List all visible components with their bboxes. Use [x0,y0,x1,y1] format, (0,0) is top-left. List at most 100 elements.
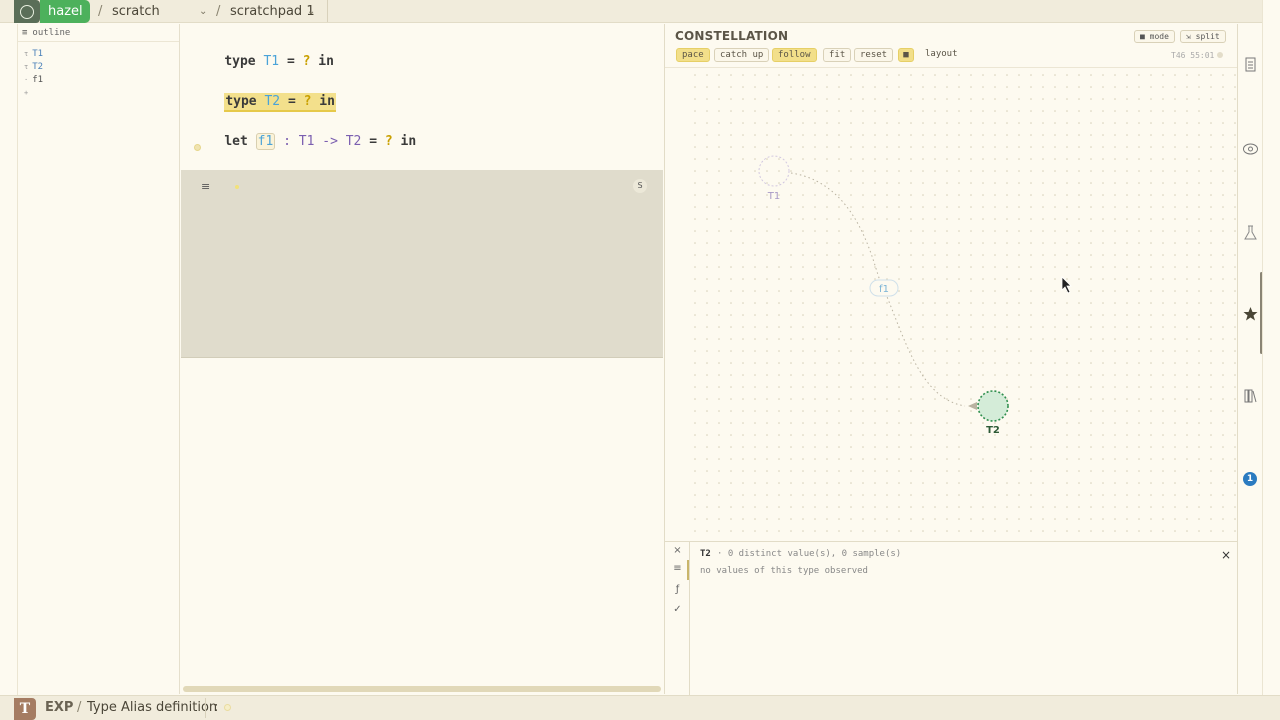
chevron-down-icon[interactable]: ⌄ [199,0,207,23]
outline-item-f1[interactable]: · f1 [18,74,179,87]
hazel-logo-icon[interactable] [14,0,40,23]
constellation-panel: CONSTELLATION ■ mode ⇲ split pace catch … [664,24,1238,695]
close-icon[interactable]: × [665,545,690,556]
outline-title: outline [32,28,71,38]
active-tab-indicator [687,560,689,580]
outline-sidebar: ≡ outline τ T1 τ T2 · f1 + [18,24,180,694]
inspected-type-stats: · 0 distinct value(s), 0 sample(s) [717,549,902,559]
project-breadcrumb[interactable]: scratch [112,0,160,23]
function-icon[interactable]: ƒ [665,584,690,595]
equals: = [369,134,378,149]
close-button[interactable]: × [1221,548,1231,562]
type-kind-icon: τ [24,50,29,58]
node-t2[interactable] [977,390,1009,422]
colon: : [283,134,291,149]
type-hole-dot [224,704,231,711]
empty-message: no values of this type observed [700,566,868,576]
flask-icon[interactable] [1238,225,1263,241]
code-editor[interactable]: type T1 = ? in type T2 = ? in let f1 : T… [181,24,663,170]
constellation-graph[interactable]: T1 f1 T2 [665,69,1238,541]
type-ref[interactable]: T1 [299,134,315,149]
app-name-tab[interactable]: hazel [40,0,90,23]
left-edge-strip [0,24,18,695]
function-name[interactable]: f1 [255,133,276,150]
pace-button[interactable]: pace [676,48,710,62]
inspected-type-name: T2 [700,549,711,559]
layout-button[interactable]: layout [920,48,963,62]
right-rail: 1 [1237,24,1263,694]
keyword: let [224,134,248,149]
page-breadcrumb[interactable]: scratchpad 1 [230,0,315,23]
keyword: in [319,94,335,109]
keyword: in [318,54,334,69]
empty-body-hole[interactable] [194,144,201,151]
split-button[interactable]: ⇲ split [1180,30,1226,43]
type-hole[interactable]: ? [304,94,312,109]
inspector-panel: × ≡ ƒ ✓ T2 · 0 distinct value(s), 0 samp… [665,541,1238,695]
outline-item-label: T2 [32,62,44,72]
notification-badge[interactable]: 1 [1243,472,1257,486]
type-colon: : [214,700,219,715]
arrow: -> [322,134,338,149]
library-icon[interactable] [1238,388,1263,404]
outline-item-label: f1 [32,75,44,85]
outline-item-t1[interactable]: τ T1 [18,48,179,61]
outline-header[interactable]: ≡ outline [18,24,179,42]
value-kind-icon: · [24,76,29,84]
code-line-3[interactable]: let f1 : T1 -> T2 = ? in [193,119,416,164]
right-edge-strip [1262,0,1280,720]
outline-list: τ T1 τ T2 · f1 + [18,42,179,100]
breadcrumb-separator: / [216,4,221,19]
mode-button[interactable]: ■ mode [1134,30,1175,43]
keyword: type [224,54,256,69]
outline-item-label: T1 [32,49,44,59]
result-hole-dot [235,185,239,189]
expression-hole[interactable]: ? [385,134,393,149]
breadcrumb-separator: / [98,4,103,19]
node-t1-label: T1 [767,191,780,202]
catch-up-button[interactable]: catch up [714,48,770,62]
type-kind-icon: τ [24,63,29,71]
outline-item-t2[interactable]: τ T2 [18,61,179,74]
plus-icon[interactable]: + [24,89,28,97]
code-line-1[interactable]: type T1 = ? in [193,39,334,84]
top-bar: hazel / scratch ⌄ / scratchpad 1 ⌄ [0,0,1280,23]
inspector-rail: × ≡ ƒ ✓ [665,542,690,695]
selected-definition[interactable]: type T2 = ? in [224,93,336,112]
keyword: in [400,134,417,149]
breadcrumb-divider [327,0,328,22]
document-icon[interactable] [1238,57,1263,73]
node-t2-label: T2 [986,425,1000,436]
node-f1-label: f1 [879,284,889,295]
type-hole[interactable]: ? [303,54,311,69]
equals: = [286,54,295,69]
chevron-down-icon[interactable]: ⌄ [307,0,315,23]
square-toggle-button[interactable]: ■ [898,48,914,62]
outline-add-item[interactable]: + [18,87,179,100]
eye-icon[interactable] [1238,141,1263,157]
type-name[interactable]: T1 [263,54,279,69]
panel-title: CONSTELLATION [675,29,789,43]
timer: T46 55:01 [1171,51,1215,60]
keyword: type [225,94,257,109]
type-ref[interactable]: T2 [346,134,362,149]
type-name[interactable]: T2 [264,94,280,109]
check-icon[interactable]: ✓ [665,604,690,615]
reset-button[interactable]: reset [854,48,894,62]
grid-background [685,69,1238,541]
status-separator: / [77,700,82,715]
term-description: Type Alias definition [87,700,218,715]
horizontal-scrollbar[interactable] [183,686,661,692]
fit-button[interactable]: fit [823,48,852,62]
list-icon: ≡ [22,28,28,38]
menu-icon[interactable]: ≡ [201,180,210,193]
equals: = [287,94,296,109]
mode-label: EXP [45,700,74,715]
status-bar: T EXP / Type Alias definition : [0,695,1280,720]
s-button[interactable]: S [633,179,647,193]
follow-button[interactable]: follow [772,48,817,62]
status-dot [1217,52,1223,58]
constellation-header: CONSTELLATION ■ mode ⇲ split pace catch … [665,24,1238,68]
code-line-2[interactable]: type T2 = ? in [193,79,336,124]
status-divider [205,698,206,718]
